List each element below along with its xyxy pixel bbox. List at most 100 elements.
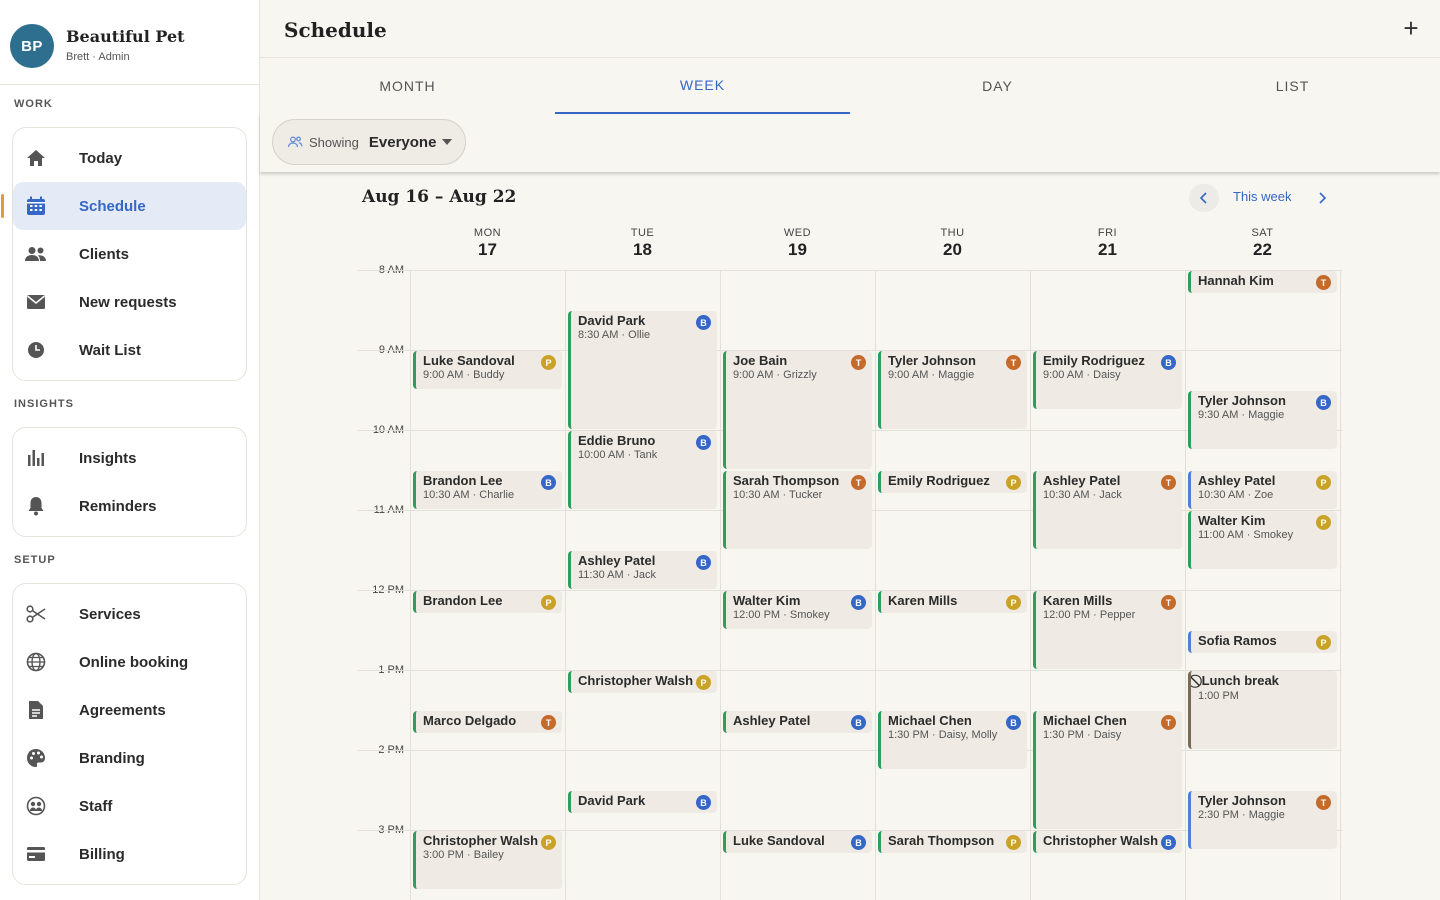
week-range: Aug 16 – Aug 22	[362, 187, 517, 207]
tab-month[interactable]: MONTH	[260, 58, 555, 114]
sidebar-item-agreements[interactable]: Agreements	[13, 686, 246, 734]
globe-icon	[25, 651, 47, 673]
staff-badge: P	[1316, 515, 1331, 530]
day-header[interactable]: TUE 18	[565, 227, 720, 260]
sidebar-item-branding[interactable]: Branding	[13, 734, 246, 782]
appointment-details: 10:00 AM · Tank	[578, 449, 658, 461]
appointment-card[interactable]: Hannah Kim T	[1188, 271, 1337, 293]
appointment-card[interactable]: Ashley Patel 10:30 AM · Zoe P	[1188, 471, 1337, 509]
staff-badge: T	[1316, 275, 1331, 290]
sidebar-item-schedule[interactable]: Schedule	[1, 182, 246, 230]
scissors-icon	[25, 603, 47, 625]
staff-badge: B	[541, 475, 556, 490]
appointment-card[interactable]: Tyler Johnson 9:30 AM · Maggie B	[1188, 391, 1337, 449]
appointment-card[interactable]: Luke Sandoval 9:00 AM · Buddy P	[413, 351, 562, 389]
tab-list[interactable]: LIST	[1145, 58, 1440, 114]
day-gridline	[565, 270, 566, 900]
previous-week-button[interactable]	[1189, 184, 1219, 212]
appointment-card[interactable]: Emily Rodriguez P	[878, 471, 1027, 493]
sidebar-item-wait-list[interactable]: Wait List	[13, 326, 246, 374]
sidebar-item-label: Online booking	[79, 653, 189, 671]
appointment-card[interactable]: David Park B	[568, 791, 717, 813]
sidebar-item-billing[interactable]: Billing	[13, 830, 246, 878]
staff-badge: B	[696, 315, 711, 330]
appointment-card[interactable]: Christopher Walsh P	[568, 671, 717, 693]
day-header[interactable]: THU 20	[875, 227, 1030, 260]
people-icon	[287, 136, 303, 148]
sidebar-item-staff[interactable]: Staff	[13, 782, 246, 830]
staff-filter-dropdown[interactable]: Showing Everyone	[272, 119, 466, 165]
sidebar-item-insights[interactable]: Insights	[13, 434, 246, 482]
sidebar-item-label: Branding	[79, 749, 145, 767]
sidebar-item-new-requests[interactable]: New requests	[13, 278, 246, 326]
appointment-details: 9:00 AM · Daisy	[1043, 369, 1121, 381]
appointment-card[interactable]: Walter Kim 12:00 PM · Smokey B	[723, 591, 872, 629]
home-icon	[25, 147, 47, 169]
chevron-left-icon	[1199, 192, 1207, 204]
appointment-card[interactable]: Luke Sandoval B	[723, 831, 872, 853]
sidebar-item-clients[interactable]: Clients	[13, 230, 246, 278]
appointment-card[interactable]: Ashley Patel B	[723, 711, 872, 733]
staff-badge: T	[1006, 355, 1021, 370]
sidebar-item-services[interactable]: Services	[13, 590, 246, 638]
sidebar: BP Beautiful Pet Brett · Admin WORK Toda…	[0, 0, 260, 900]
sidebar-item-today[interactable]: Today	[13, 134, 246, 182]
sidebar-item-label: Agreements	[79, 701, 166, 719]
day-header[interactable]: MON 17	[410, 227, 565, 260]
day-gridline	[1030, 270, 1031, 900]
staff-badge: T	[851, 475, 866, 490]
card-icon	[25, 843, 47, 865]
appointment-card[interactable]: Emily Rodriguez 9:00 AM · Daisy B	[1033, 351, 1182, 409]
tab-week[interactable]: WEEK	[555, 58, 850, 114]
sidebar-item-label: Insights	[79, 449, 137, 467]
appointment-details: 8:30 AM · Ollie	[578, 329, 651, 341]
sidebar-item-online-booking[interactable]: Online booking	[13, 638, 246, 686]
appointment-card[interactable]: Eddie Bruno 10:00 AM · Tank B	[568, 431, 717, 509]
appointment-card[interactable]: David Park 8:30 AM · Ollie B	[568, 311, 717, 429]
appointment-card[interactable]: Karen Mills P	[878, 591, 1027, 613]
page-header: Schedule +	[260, 0, 1440, 58]
appointment-card[interactable]: Michael Chen 1:30 PM · Daisy T	[1033, 711, 1182, 829]
appointment-card[interactable]: Brandon Lee 10:30 AM · Charlie B	[413, 471, 562, 509]
appointment-card[interactable]: Michael Chen 1:30 PM · Daisy, Molly B	[878, 711, 1027, 769]
sidebar-item-reminders[interactable]: Reminders	[13, 482, 246, 530]
appointment-card[interactable]: Christopher Walsh 3:00 PM · Bailey P	[413, 831, 562, 889]
day-number: 17	[478, 240, 497, 259]
day-of-week: FRI	[1097, 227, 1118, 239]
appointment-card[interactable]: Tyler Johnson 2:30 PM · Maggie T	[1188, 791, 1337, 849]
appointment-card[interactable]: Marco Delgado T	[413, 711, 562, 733]
next-week-button[interactable]	[1309, 184, 1335, 212]
avatar[interactable]: BP	[10, 24, 54, 68]
day-header[interactable]: WED 19	[720, 227, 875, 260]
section-label-work: WORK	[14, 98, 53, 110]
day-gridline	[1340, 270, 1341, 900]
blocked-time[interactable]: ⃠ Lunch break 1:00 PM	[1188, 671, 1337, 749]
day-number: 19	[788, 240, 807, 259]
add-appointment-button[interactable]: +	[1400, 14, 1422, 42]
sidebar-item-label: Services	[79, 605, 141, 623]
staff-badge: B	[1161, 835, 1176, 850]
appointment-card[interactable]: Ashley Patel 10:30 AM · Jack T	[1033, 471, 1182, 549]
appointment-card[interactable]: Ashley Patel 11:30 AM · Jack B	[568, 551, 717, 589]
appointment-card[interactable]: Sarah Thompson P	[878, 831, 1027, 853]
appointment-card[interactable]: Sarah Thompson 10:30 AM · Tucker T	[723, 471, 872, 549]
day-header[interactable]: FRI 21	[1030, 227, 1185, 260]
day-number: 21	[1098, 240, 1117, 259]
staff-badge: P	[1006, 595, 1021, 610]
this-week-button[interactable]: This week	[1233, 189, 1292, 204]
appointment-details: 11:00 AM · Smokey	[1198, 529, 1294, 541]
tab-day[interactable]: DAY	[850, 58, 1145, 114]
nav-group-work: Today Schedule Clients New requests Wait Lis…	[1, 127, 247, 381]
appointment-card[interactable]: Sofia Ramos P	[1188, 631, 1337, 653]
appointment-card[interactable]: Joe Bain 9:00 AM · Grizzly T	[723, 351, 872, 469]
staff-badge: T	[1161, 595, 1176, 610]
appointment-card[interactable]: Christopher Walsh B	[1033, 831, 1182, 853]
staff-badge: B	[1161, 355, 1176, 370]
appointment-details: 10:30 AM · Charlie	[423, 489, 515, 501]
appointment-card[interactable]: Karen Mills 12:00 PM · Pepper T	[1033, 591, 1182, 669]
appointment-card[interactable]: Walter Kim 11:00 AM · Smokey P	[1188, 511, 1337, 569]
appointment-card[interactable]: Brandon Lee P	[413, 591, 562, 613]
day-header[interactable]: SAT 22	[1185, 227, 1340, 260]
people-icon	[25, 243, 47, 265]
appointment-card[interactable]: Tyler Johnson 9:00 AM · Maggie T	[878, 351, 1027, 429]
